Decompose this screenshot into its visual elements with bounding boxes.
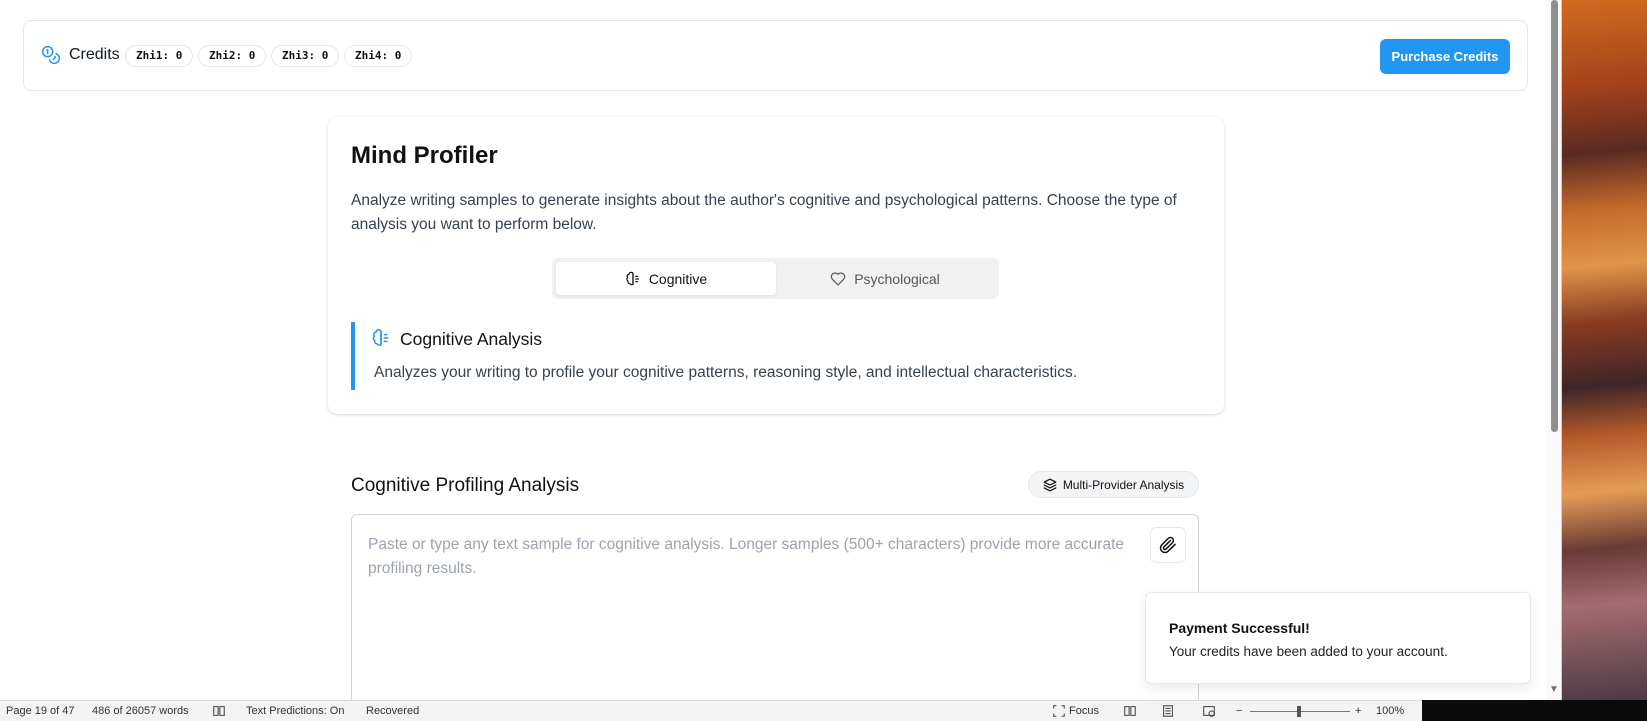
focus-mode-label[interactable]: Focus <box>1069 705 1099 717</box>
analysis-title: Cognitive Analysis <box>400 329 543 349</box>
read-mode-icon[interactable] <box>1123 704 1137 718</box>
credit-counter-zhi4: Zhi4: 0 <box>344 45 413 67</box>
app-window: Credits Zhi1: 0 Zhi2: 0 Zhi3: 0 Zhi4: 0 … <box>0 0 1562 700</box>
zoom-out-button[interactable]: − <box>1236 705 1242 717</box>
proofing-book-icon[interactable] <box>212 704 226 718</box>
zoom-in-button[interactable]: + <box>1355 705 1361 717</box>
multi-provider-badge: Multi-Provider Analysis <box>1028 471 1199 498</box>
page-description: Analyze writing samples to generate insi… <box>351 192 1177 233</box>
zoom-slider-thumb[interactable] <box>1297 706 1301 717</box>
purchase-credits-button[interactable]: Purchase Credits <box>1380 39 1510 74</box>
taskbar-edge <box>1422 700 1647 721</box>
recovered-status: Recovered <box>366 705 420 717</box>
focus-mode-icon[interactable] <box>1052 704 1066 718</box>
credits-bar: Credits Zhi1: 0 Zhi2: 0 Zhi3: 0 Zhi4: 0 … <box>23 20 1528 91</box>
tab-cognitive[interactable]: Cognitive <box>556 262 776 295</box>
text-predictions-status[interactable]: Text Predictions: On <box>246 705 344 717</box>
credit-counter-zhi1: Zhi1: 0 <box>125 45 194 67</box>
attach-file-button[interactable] <box>1150 527 1186 563</box>
brain-icon <box>626 271 639 285</box>
page-title: Mind Profiler <box>351 142 498 169</box>
section-title: Cognitive Profiling Analysis <box>351 475 580 496</box>
toast-message: Your credits have been added to your acc… <box>1169 644 1448 659</box>
status-bar: Page 19 of 47 486 of 26057 words Text Pr… <box>0 700 1422 721</box>
analysis-description: Analyzes your writing to profile your co… <box>374 364 1078 381</box>
analysis-type-tabs: Cognitive Psychological <box>552 258 999 299</box>
coins-icon <box>41 45 61 65</box>
web-layout-icon[interactable] <box>1202 704 1216 718</box>
analysis-info-box: Cognitive Analysis Analyzes your writing… <box>351 322 1191 390</box>
payment-toast[interactable]: Payment Successful! Your credits have be… <box>1145 592 1531 684</box>
vertical-scrollbar[interactable]: ▼ <box>1546 0 1561 700</box>
text-sample-input[interactable] <box>351 514 1199 700</box>
scroll-down-arrow-icon[interactable]: ▼ <box>1549 684 1559 695</box>
layers-icon <box>1043 478 1057 491</box>
heart-icon <box>830 271 846 286</box>
zoom-level[interactable]: 100% <box>1376 705 1404 717</box>
word-count[interactable]: 486 of 26057 words <box>92 705 189 717</box>
multi-provider-badge-label: Multi-Provider Analysis <box>1062 477 1185 492</box>
scrollbar-thumb[interactable] <box>1551 0 1558 432</box>
tab-psychological[interactable]: Psychological <box>775 262 995 295</box>
credit-counter-zhi3: Zhi3: 0 <box>271 45 340 67</box>
page-indicator[interactable]: Page 19 of 47 <box>6 705 75 717</box>
tab-cognitive-label: Cognitive <box>648 270 708 287</box>
desktop-wallpaper <box>1562 0 1647 700</box>
tab-psychological-label: Psychological <box>854 270 940 287</box>
print-layout-icon[interactable] <box>1161 704 1175 718</box>
credits-label: Credits <box>69 46 120 63</box>
mind-profiler-card: Mind Profiler Analyze writing samples to… <box>328 117 1224 414</box>
paperclip-icon <box>1159 536 1176 554</box>
brain-icon <box>372 329 389 346</box>
credit-counter-zhi2: Zhi2: 0 <box>198 45 267 67</box>
toast-title: Payment Successful! <box>1169 620 1310 636</box>
